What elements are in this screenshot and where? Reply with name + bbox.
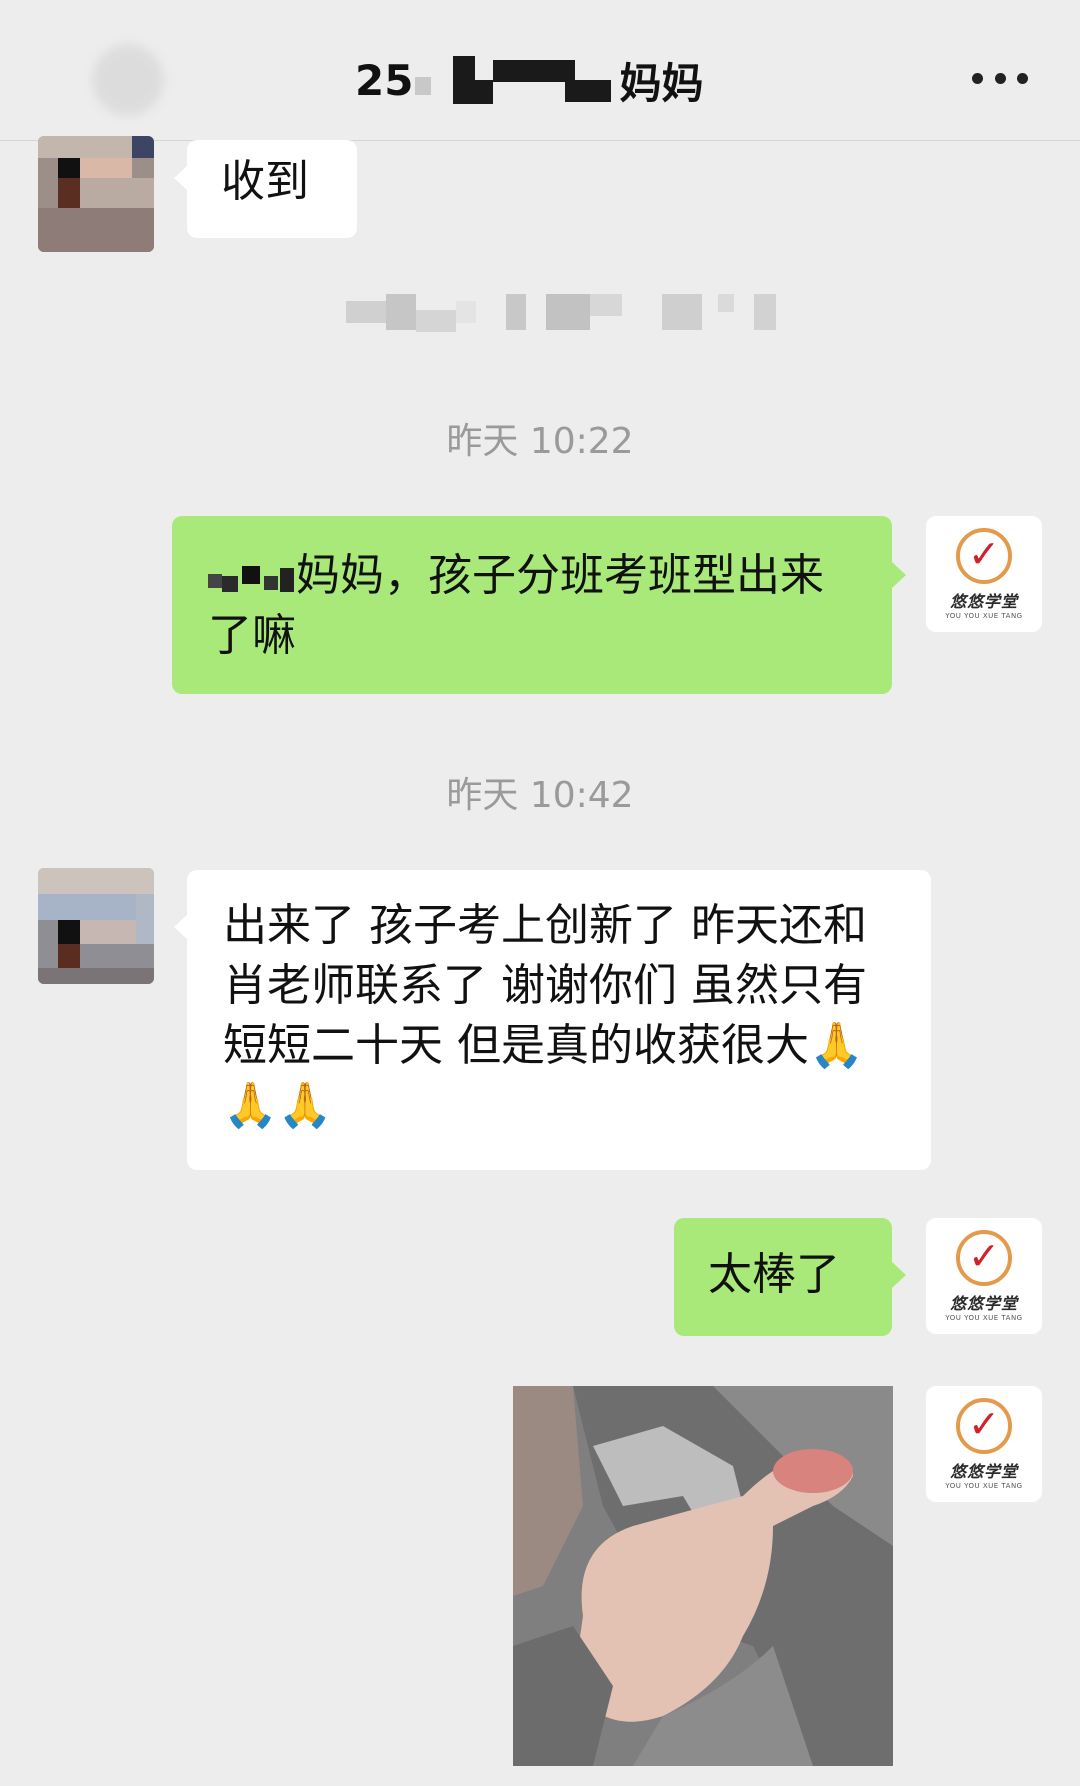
- name-redaction: [208, 564, 296, 592]
- redacted-system-text: [346, 292, 776, 332]
- message-text: 收到: [221, 156, 309, 207]
- contact-avatar[interactable]: [38, 868, 154, 984]
- bubble-tail: [174, 914, 188, 940]
- bubble-tail: [174, 165, 188, 191]
- message-bubble-sent[interactable]: 太棒了: [674, 1218, 892, 1336]
- message-text: 太棒了: [708, 1249, 840, 1300]
- brand-name: 悠悠学堂: [949, 1462, 1018, 1481]
- title-redaction: [493, 60, 576, 82]
- message-text: 妈妈，孩子分班考班型出来了嘛: [208, 550, 824, 661]
- self-avatar[interactable]: ✓ 悠悠学堂 YOU YOU XUE TANG: [926, 1218, 1042, 1334]
- more-dots-icon[interactable]: [972, 70, 1028, 86]
- brand-logo-icon: ✓: [956, 1398, 1012, 1454]
- title-redaction: [565, 80, 612, 102]
- brand-subtitle: YOU YOU XUE TANG: [945, 612, 1023, 620]
- self-avatar[interactable]: ✓ 悠悠学堂 YOU YOU XUE TANG: [926, 1386, 1042, 1502]
- timestamp: 昨天 10:42: [446, 775, 634, 816]
- message-bubble-sent[interactable]: 妈妈，孩子分班考班型出来了嘛: [172, 516, 892, 694]
- chat-header: 25 妈妈: [0, 0, 1080, 141]
- message-text: 出来了 孩子考上创新了 昨天还和肖老师联系了 谢谢你们 虽然只有短短二十天 但是…: [223, 900, 867, 1131]
- brand-name: 悠悠学堂: [949, 592, 1018, 611]
- title-redaction: [453, 56, 476, 104]
- brand-name: 悠悠学堂: [949, 1294, 1018, 1313]
- brand-subtitle: YOU YOU XUE TANG: [945, 1482, 1023, 1490]
- title-redaction: [415, 77, 432, 95]
- brand-subtitle: YOU YOU XUE TANG: [945, 1314, 1023, 1322]
- bubble-tail: [892, 1262, 906, 1288]
- chat-title-prefix: 25: [355, 55, 414, 105]
- contact-avatar[interactable]: [38, 136, 154, 252]
- message-bubble-received[interactable]: 出来了 孩子考上创新了 昨天还和肖老师联系了 谢谢你们 虽然只有短短二十天 但是…: [187, 870, 931, 1170]
- title-redaction: [475, 80, 494, 104]
- timestamp: 昨天 10:22: [446, 421, 634, 462]
- message-bubble-received[interactable]: 收到: [187, 140, 357, 238]
- self-avatar[interactable]: ✓ 悠悠学堂 YOU YOU XUE TANG: [926, 516, 1042, 632]
- chat-title: 25 妈妈: [355, 50, 703, 110]
- brand-logo-icon: ✓: [956, 528, 1012, 584]
- brand-logo-icon: ✓: [956, 1230, 1012, 1286]
- thumbs-up-photo: [513, 1386, 893, 1766]
- message-image[interactable]: [513, 1386, 893, 1766]
- chat-title-suffix: 妈妈: [619, 58, 704, 108]
- bubble-tail: [892, 562, 906, 588]
- back-button[interactable]: [92, 44, 164, 116]
